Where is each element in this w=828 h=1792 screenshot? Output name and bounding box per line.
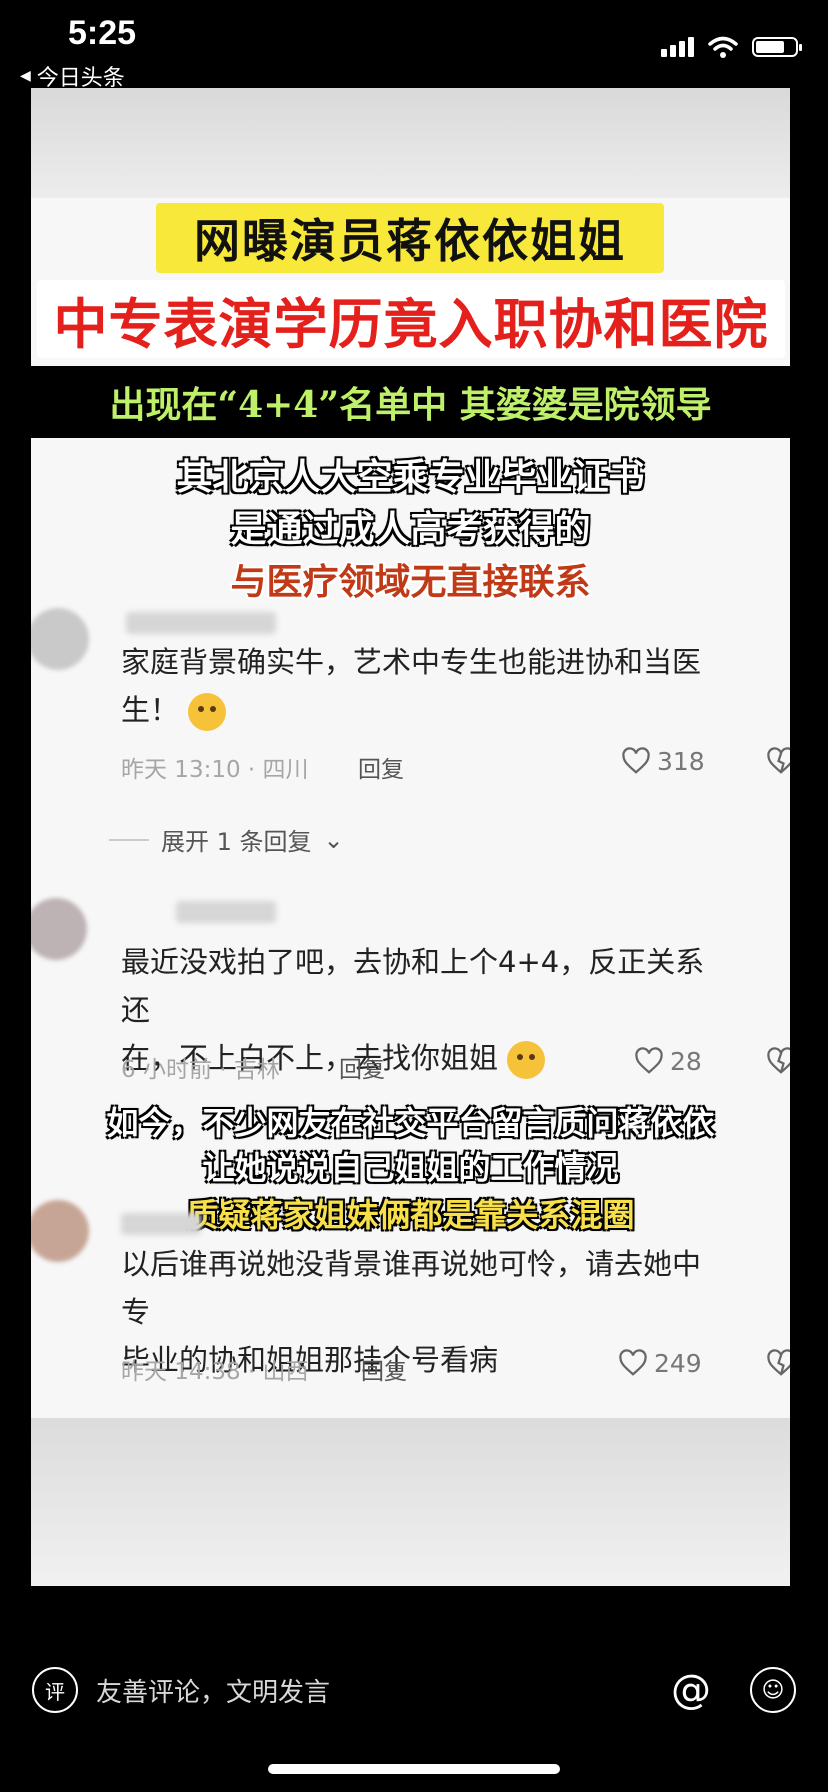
reply-button[interactable]: 回复	[339, 1050, 385, 1084]
title-banner-3: 出现在“4+4”名单中 其婆婆是院领导	[31, 366, 790, 438]
caption-line: 让她说说自己姐姐的工作情况	[202, 1149, 619, 1187]
heart-icon	[635, 1047, 663, 1074]
dislike-icon[interactable]	[766, 1348, 790, 1378]
divider	[109, 838, 149, 841]
dislike-icon[interactable]	[766, 1046, 790, 1076]
reply-button[interactable]: 回复	[358, 750, 404, 784]
blurred-header-area	[31, 88, 790, 198]
avatar[interactable]	[31, 1200, 89, 1262]
like-button[interactable]: 249	[618, 1348, 702, 1378]
caption-line-highlight: 与医疗领域无直接联系	[230, 562, 591, 603]
video-frame[interactable]: 网曝演员蒋依依姐姐 中专表演学历竟入职协和医院 出现在“4+4”名单中 其婆婆是…	[31, 88, 790, 1586]
comment-icon[interactable]: 评	[32, 1667, 78, 1713]
battery-icon	[752, 37, 802, 57]
like-count: 249	[654, 1348, 702, 1378]
emoji-icon	[507, 1041, 546, 1079]
home-indicator[interactable]	[268, 1764, 560, 1774]
comment-meta: 6 小时前 · 吉林	[121, 1057, 280, 1083]
expand-replies-label: 展开 1 条回复	[161, 828, 312, 856]
username-blurred	[126, 612, 276, 634]
like-count: 318	[657, 746, 705, 776]
comment-input-bar[interactable]: 评 友善评论，文明发言 @ ☺	[32, 1660, 796, 1720]
emoji-icon	[188, 693, 227, 731]
caption-line: 如今，不少网友在社交平台留言质问蒋依依	[106, 1104, 715, 1142]
back-triangle-icon: ◀	[20, 68, 31, 84]
avatar[interactable]	[31, 898, 87, 960]
wifi-icon	[708, 36, 738, 58]
heart-icon	[619, 1349, 647, 1376]
comment-meta: 昨天 14:38 · 山西	[121, 1359, 309, 1385]
at-icon[interactable]: @	[668, 1667, 714, 1713]
blurred-footer-area	[31, 1418, 790, 1586]
signal-icon	[661, 37, 694, 57]
chevron-down-icon: ⌄	[323, 825, 344, 854]
expand-replies-button[interactable]: 展开 1 条回复 ⌄	[109, 822, 344, 857]
like-button[interactable]: 318	[621, 746, 705, 776]
caption-line: 是通过成人高考获得的	[230, 509, 591, 550]
comment-text: 家庭背景确实牛，艺术中专生也能进协和当医 生！	[121, 638, 721, 734]
avatar[interactable]	[31, 608, 89, 670]
status-icons	[661, 36, 802, 58]
status-time: 5:25	[68, 14, 137, 52]
comment-input[interactable]: 友善评论，文明发言	[96, 1672, 632, 1709]
emoji-icon[interactable]: ☺	[750, 1667, 796, 1713]
username-blurred	[176, 901, 276, 923]
username-blurred	[121, 1213, 201, 1235]
like-button[interactable]: 28	[634, 1046, 702, 1076]
title-banner-1: 网曝演员蒋依依姐姐	[156, 203, 664, 273]
reply-button[interactable]: 回复	[361, 1352, 407, 1386]
comment-meta: 昨天 13:10 · 四川	[121, 757, 309, 783]
heart-icon	[622, 747, 650, 774]
like-count: 28	[670, 1046, 702, 1076]
dislike-icon[interactable]	[766, 746, 790, 776]
caption-line: 其北京人大空乘专业毕业证书	[176, 457, 645, 498]
title-banner-2: 中专表演学历竟入职协和医院	[37, 280, 785, 358]
